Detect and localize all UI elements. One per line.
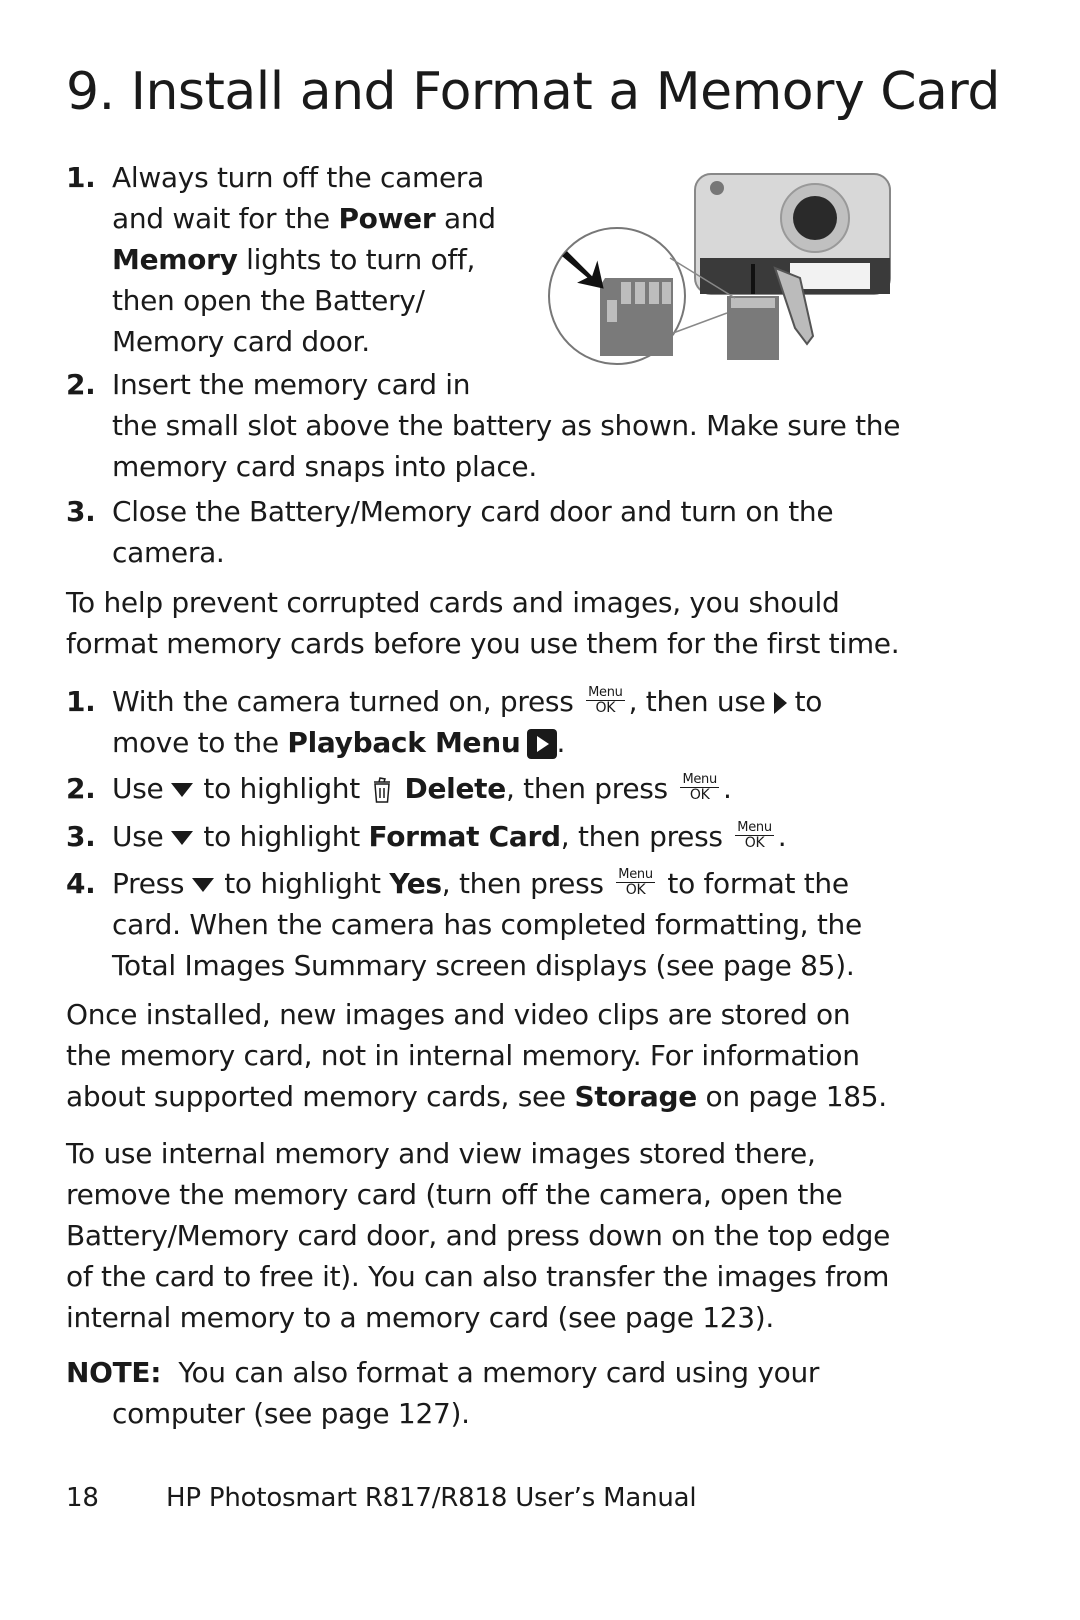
step-text: to [794,685,823,718]
step-text: to format the [667,867,849,900]
down-arrow-icon [171,831,194,845]
format-step-3: 3. Use to highlight Format Card, then pre… [66,816,966,857]
step-text: the small slot above the battery as show… [112,409,901,442]
note-text: You can also format a memory card using … [161,1356,820,1389]
step-text: Insert the memory card in [112,368,471,401]
step-text: , then use [628,685,766,718]
step-number: 4. [66,867,96,900]
page-footer: 18 HP Photosmart R817/R818 User’s Manual [66,1483,697,1513]
step-text: , then press [441,867,604,900]
playback-menu-label: Playback Menu [287,726,521,759]
right-arrow-icon [773,692,787,714]
hp-logo-icon [710,181,724,195]
step-text: Press [112,867,185,900]
menu-ok-button-icon: Menu OK [735,819,774,851]
yes-label: Yes [389,867,442,900]
step-text: Close the Battery/Memory card door and t… [112,495,834,528]
storage-reference: Storage [574,1080,697,1113]
step-text: to highlight [224,867,390,900]
menu-label: Menu [616,866,655,883]
step-text: to highlight [203,820,369,853]
install-step-1: 1. Always turn off the camera and wait f… [66,157,506,362]
menu-label: Menu [735,819,774,836]
paragraph-line: remove the memory card (turn off the cam… [66,1178,843,1211]
menu-label: Menu [586,684,625,701]
step-text: move to the [112,726,288,759]
step-text: With the camera turned on, press [112,685,574,718]
step-text: and wait for the [112,202,339,235]
intro-paragraph: To help prevent corrupted cards and imag… [66,582,966,664]
ok-label: OK [595,699,616,716]
menu-label: Menu [680,771,719,788]
step-text: . [556,726,566,759]
step-number: 1. [66,685,96,718]
format-card-label: Format Card [368,820,562,853]
step-number: 2. [66,772,96,805]
playback-menu-icon [526,729,557,759]
internal-memory-paragraph: To use internal memory and view images s… [66,1133,966,1338]
ok-label: OK [689,786,710,803]
step-text: Use [112,820,164,853]
ok-label: OK [625,881,646,898]
step-text: Memory card door. [112,325,370,358]
step-text: . [777,820,787,853]
step-text: Always turn off the camera [112,161,484,194]
step-text: to highlight [203,772,360,805]
delete-label: Delete [404,772,507,805]
power-label: Power [338,202,436,235]
step-text: , then press [505,772,668,805]
paragraph-line: Battery/Memory card door, and press down… [66,1219,891,1252]
manual-title: HP Photosmart R817/R818 User’s Manual [166,1483,697,1513]
note: NOTE: You can also format a memory card … [66,1352,966,1434]
step-number: 3. [66,495,96,528]
page-number: 18 [66,1483,99,1513]
paragraph-line: format memory cards before you use them … [66,627,900,660]
step-text: card. When the camera has completed form… [112,908,862,941]
step-text: camera. [112,536,225,569]
memory-label: Memory [112,243,238,276]
step-number: 1. [66,161,96,194]
format-step-2: 2. Use to highlight Delete, then press Me… [66,768,966,809]
step-number: 3. [66,820,96,853]
step-text: Total Images Summary screen displays (se… [112,949,855,982]
note-text: computer (see page 127). [112,1397,470,1430]
install-step-3: 3. Close the Battery/Memory card door an… [66,491,966,573]
menu-ok-button-icon: Menu OK [616,866,655,898]
step-text: memory card snaps into place. [112,450,537,483]
step-text: Use [112,772,164,805]
camera-memory-card-illustration [548,173,891,365]
paragraph-line: of the card to free it). You can also tr… [66,1260,890,1293]
paragraph-line: Once installed, new images and video cli… [66,998,851,1031]
paragraph-line: about supported memory cards, see [66,1080,575,1113]
paragraph-line: To use internal memory and view images s… [66,1137,816,1170]
trash-icon [373,777,390,803]
install-step-2: 2. Insert the memory card in the small s… [66,364,966,487]
step-text: , then press [560,820,723,853]
paragraph-line: To help prevent corrupted cards and imag… [66,586,840,619]
step-text: then open the Battery/ [112,284,425,317]
down-arrow-icon [192,878,215,892]
ok-label: OK [744,834,765,851]
step-text: lights to turn off, [237,243,476,276]
format-step-1: 1. With the camera turned on, press Menu… [66,681,966,763]
step-text: . [722,772,732,805]
step-number: 2. [66,368,96,401]
paragraph-line: internal memory to a memory card (see pa… [66,1301,774,1334]
step-text: and [435,202,496,235]
paragraph-line: the memory card, not in internal memory.… [66,1039,860,1072]
paragraph-line: on page 185. [696,1080,888,1113]
down-arrow-icon [171,783,194,797]
menu-ok-button-icon: Menu OK [586,684,625,716]
note-label: NOTE: [66,1356,162,1389]
page-title: 9. Install and Format a Memory Card [66,62,1000,122]
installed-paragraph: Once installed, new images and video cli… [66,994,966,1117]
format-step-4: 4. Press to highlight Yes, then press Men… [66,863,966,986]
menu-ok-button-icon: Menu OK [680,771,719,803]
